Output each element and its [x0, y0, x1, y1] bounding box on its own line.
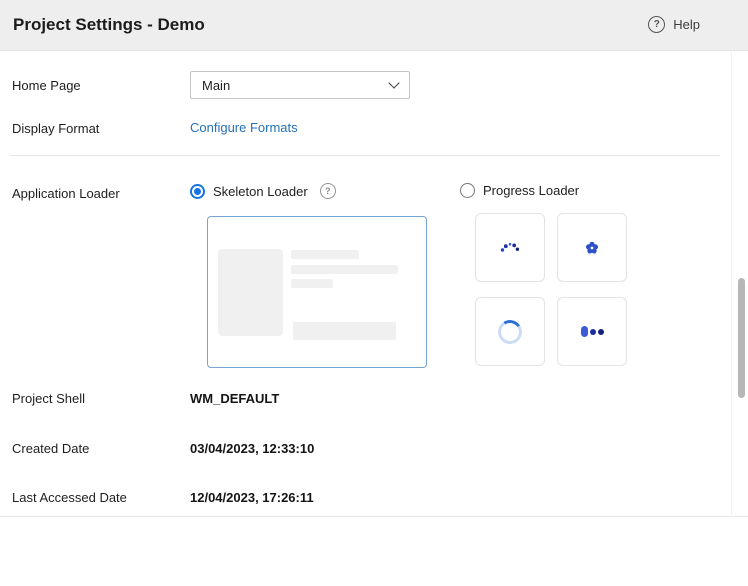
progress-loader-radio-label: Progress Loader: [483, 183, 579, 198]
project-shell-value: WM_DEFAULT: [190, 391, 279, 406]
help-label: Help: [673, 17, 700, 32]
ring-spinner-icon: [496, 317, 524, 345]
skeleton-text-line: [291, 279, 333, 288]
created-date-value: 03/04/2023, 12:33:10: [190, 441, 314, 456]
divider: [10, 155, 720, 156]
project-settings-dialog: Project Settings - Demo ? Help Home Page…: [0, 0, 748, 586]
last-accessed-date-label: Last Accessed Date: [12, 490, 127, 505]
home-page-select[interactable]: Main: [190, 71, 410, 99]
scrollbar-thumb[interactable]: [738, 278, 745, 398]
home-page-label: Home Page: [12, 78, 81, 93]
project-shell-label: Project Shell: [12, 391, 85, 406]
application-loader-label: Application Loader: [12, 186, 120, 201]
skeleton-loader-preview: [207, 216, 427, 368]
progress-loader-radio[interactable]: Progress Loader: [460, 183, 579, 198]
skeleton-loader-radio[interactable]: Skeleton Loader ?: [190, 183, 336, 199]
progress-loader-option-dots-arc[interactable]: [475, 213, 545, 282]
help-icon: ?: [648, 16, 665, 33]
dots-row-spinner-icon: [581, 326, 604, 337]
dots-arc-spinner-icon: [495, 233, 525, 263]
skeleton-text-line: [291, 265, 398, 274]
progress-loader-option-flower[interactable]: [557, 213, 627, 282]
dialog-header: Project Settings - Demo ? Help: [0, 0, 748, 51]
display-format-label: Display Format: [12, 121, 99, 136]
skeleton-loader-radio-label: Skeleton Loader: [213, 184, 308, 199]
radio-selected-icon: [190, 184, 205, 199]
skeleton-loader-help-icon[interactable]: ?: [320, 183, 336, 199]
flower-spinner-icon: [584, 240, 600, 256]
progress-loader-option-ring[interactable]: [475, 297, 545, 366]
last-accessed-date-value: 12/04/2023, 17:26:11: [190, 490, 314, 505]
home-page-selected-value: Main: [202, 78, 230, 93]
created-date-label: Created Date: [12, 441, 89, 456]
progress-loader-option-dots-row[interactable]: [557, 297, 627, 366]
skeleton-block-placeholder: [293, 322, 396, 340]
page-title: Project Settings - Demo: [13, 15, 205, 35]
skeleton-image-placeholder: [218, 249, 283, 336]
dialog-footer: Cancel Save: [0, 516, 748, 586]
configure-formats-link[interactable]: Configure Formats: [190, 120, 298, 135]
chevron-down-icon: [388, 77, 399, 88]
help-button[interactable]: ? Help: [648, 16, 700, 33]
radio-unselected-icon: [460, 183, 475, 198]
skeleton-text-line: [291, 250, 359, 259]
